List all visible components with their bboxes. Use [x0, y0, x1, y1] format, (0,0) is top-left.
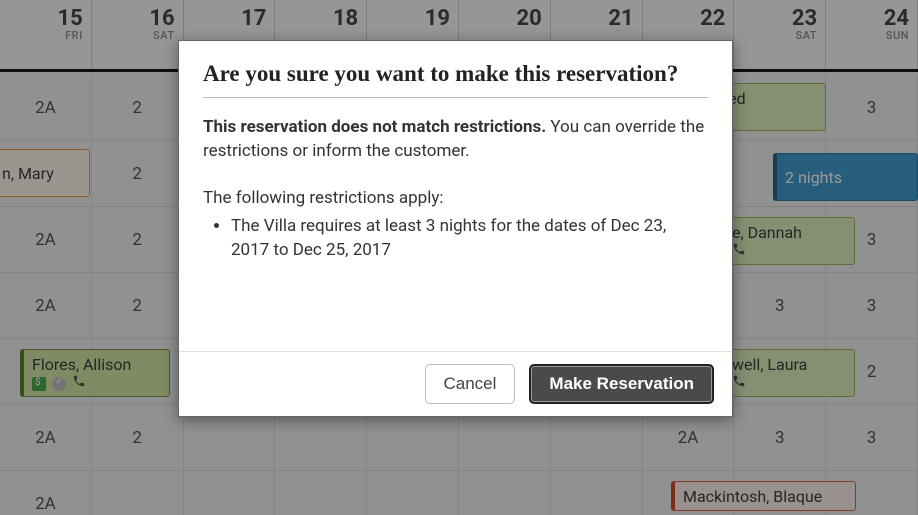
cancel-button[interactable]: Cancel — [425, 364, 516, 404]
modal-footer: Cancel Make Reservation — [179, 351, 732, 416]
confirmation-modal: Are you sure you want to make this reser… — [178, 40, 733, 417]
modal-title: Are you sure you want to make this reser… — [203, 61, 708, 98]
modal-message: This reservation does not match restrict… — [203, 116, 708, 263]
restriction-item: The Villa requires at least 3 nights for… — [231, 215, 708, 263]
make-reservation-button[interactable]: Make Reservation — [529, 364, 714, 404]
modal-warning-strong: This reservation does not match restrict… — [203, 117, 546, 137]
restrictions-intro: The following restrictions apply: — [203, 187, 708, 211]
